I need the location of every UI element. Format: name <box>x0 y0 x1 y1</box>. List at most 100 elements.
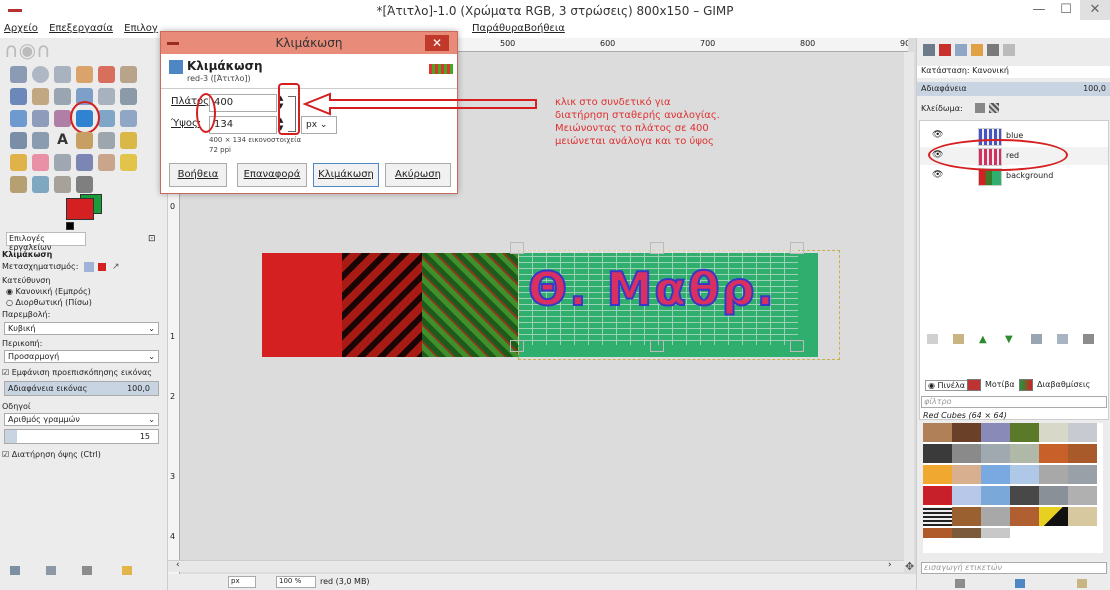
height-input[interactable]: 134 <box>209 116 277 134</box>
pattern-swatch[interactable] <box>981 486 1010 505</box>
airbrush-icon[interactable] <box>54 154 71 171</box>
pattern-swatch[interactable] <box>1010 423 1039 442</box>
dodge-burn-icon[interactable] <box>76 176 93 193</box>
horizontal-scrollbar[interactable]: ‹ › <box>168 560 904 572</box>
menu-file[interactable]: Αρχείο <box>0 22 42 35</box>
handle-bottom-right[interactable] <box>790 340 804 352</box>
scissors-icon[interactable] <box>120 66 137 83</box>
keep-aspect-checkbox[interactable]: ☑ Διατήρηση όψης (Ctrl) <box>0 450 167 459</box>
shear-icon[interactable] <box>98 110 115 127</box>
handle-top-left[interactable] <box>510 242 524 254</box>
new-layer-icon[interactable] <box>927 334 938 344</box>
blur-icon[interactable] <box>32 176 49 193</box>
pattern-swatch[interactable] <box>1039 423 1068 442</box>
paths-icon[interactable] <box>32 88 49 105</box>
channels-tab-icon[interactable] <box>939 44 951 56</box>
pattern-filter-input[interactable]: φίλτρο <box>921 396 1107 408</box>
scale-button[interactable]: Κλιμάκωση <box>313 163 379 187</box>
tool-tab-icon[interactable] <box>1003 44 1015 56</box>
pattern-swatch[interactable] <box>923 465 952 484</box>
pattern-swatch[interactable] <box>923 444 952 463</box>
pattern-swatch[interactable] <box>981 423 1010 442</box>
rect-select-icon[interactable] <box>10 66 27 83</box>
move-icon[interactable] <box>120 88 137 105</box>
zoom-select[interactable]: 100 % <box>276 576 316 588</box>
clipping-select[interactable]: Προσαρμογή ⌄ <box>4 350 159 363</box>
cage-icon[interactable] <box>32 132 49 149</box>
paths-tab-icon[interactable] <box>955 44 967 56</box>
pattern-swatch[interactable] <box>981 507 1010 526</box>
bucket-fill-icon[interactable] <box>76 132 93 149</box>
transform-path-icon[interactable]: ↗ <box>112 262 120 272</box>
perspective-clone-icon[interactable] <box>10 176 27 193</box>
menu-edit[interactable]: Επεξεργασία <box>45 22 117 35</box>
transform-selection-icon[interactable] <box>98 263 106 271</box>
pattern-swatch-red-cubes[interactable] <box>923 486 952 505</box>
foreground-select-icon[interactable] <box>10 88 27 105</box>
lock-pixels-icon[interactable] <box>975 103 985 113</box>
guides-select[interactable]: Αριθμός γραμμών ⌄ <box>4 413 159 426</box>
eraser-icon[interactable] <box>32 154 49 171</box>
pattern-swatch[interactable] <box>923 423 952 442</box>
minimize-icon[interactable]: — <box>1025 0 1053 20</box>
pattern-swatch[interactable] <box>1010 486 1039 505</box>
vertical-scrollbar[interactable] <box>904 52 914 568</box>
rotate-icon[interactable] <box>54 110 71 127</box>
navigate-icon[interactable]: ✥ <box>905 560 914 573</box>
pattern-swatch[interactable] <box>952 507 981 526</box>
interpolation-select[interactable]: Κυβική ⌄ <box>4 322 159 335</box>
unit-select[interactable]: px <box>228 576 256 588</box>
default-colors-icon[interactable] <box>66 222 74 230</box>
close-icon[interactable]: ✕ <box>425 35 449 51</box>
align-icon[interactable] <box>10 110 27 127</box>
paintbrush-icon[interactable] <box>10 154 27 171</box>
reset-options-icon[interactable] <box>122 566 132 575</box>
pattern-swatch[interactable] <box>1039 507 1068 526</box>
color-picker-icon[interactable] <box>54 88 71 105</box>
pencil-icon[interactable] <box>120 132 137 149</box>
handle-top-right[interactable] <box>790 242 804 254</box>
pattern-swatch[interactable] <box>1068 465 1097 484</box>
color-select-icon[interactable] <box>98 66 115 83</box>
perspective-icon[interactable] <box>120 110 137 127</box>
width-input[interactable]: 400 <box>209 94 277 112</box>
tab-gradients[interactable]: Διαβαθμίσεις <box>1035 380 1092 389</box>
pattern-swatch[interactable] <box>981 465 1010 484</box>
foreground-color-swatch[interactable] <box>66 198 94 220</box>
preview-checkbox[interactable]: ☑ Εμφάνιση προεπισκόπησης εικόνας <box>0 368 167 377</box>
scroll-left-icon[interactable]: ‹ <box>176 560 180 570</box>
lower-layer-icon[interactable]: ▼ <box>1005 334 1016 345</box>
transform-layer-icon[interactable] <box>84 262 94 272</box>
layer-mode-select[interactable]: Κατάσταση: Κανονική <box>917 66 1110 78</box>
pattern-swatch[interactable] <box>923 507 952 526</box>
eye-icon[interactable]: 👁 <box>932 170 943 180</box>
fuzzy-select-icon[interactable] <box>76 66 93 83</box>
brush-tab-icon[interactable] <box>987 44 999 56</box>
heal-icon[interactable] <box>120 154 137 171</box>
save-options-icon[interactable] <box>10 566 20 575</box>
raise-layer-icon[interactable]: ▲ <box>979 334 990 345</box>
pattern-swatch[interactable] <box>1068 423 1097 442</box>
pattern-swatch[interactable] <box>952 423 981 442</box>
delete-pattern-icon[interactable] <box>955 579 965 588</box>
pattern-swatch[interactable] <box>1010 465 1039 484</box>
restore-options-icon[interactable] <box>46 566 56 575</box>
tab-tool-options[interactable]: Επιλογές εργαλείων <box>6 232 86 252</box>
pattern-swatch[interactable] <box>1068 444 1097 463</box>
pattern-swatch[interactable] <box>1039 444 1068 463</box>
undo-tab-icon[interactable] <box>971 44 983 56</box>
layers-tab-icon[interactable] <box>923 44 935 56</box>
help-button[interactable]: Βοήθεια <box>169 163 227 187</box>
handle-top-center[interactable] <box>650 242 664 254</box>
pattern-swatch[interactable] <box>952 465 981 484</box>
image-opacity-slider[interactable]: Αδιαφάνεια εικόνας 100,0 <box>4 381 159 396</box>
menu-select[interactable]: Επιλογ <box>120 22 162 35</box>
gradient-icon[interactable] <box>98 132 115 149</box>
pattern-swatch[interactable] <box>952 444 981 463</box>
pattern-swatch[interactable] <box>981 444 1010 463</box>
delete-layer-icon[interactable] <box>1083 334 1094 344</box>
configure-tab-icon[interactable]: ⊡ <box>148 234 156 244</box>
pattern-swatch[interactable] <box>1039 486 1068 505</box>
menu-help[interactable]: Βοήθεια <box>520 22 569 35</box>
pattern-swatch[interactable] <box>923 528 952 538</box>
